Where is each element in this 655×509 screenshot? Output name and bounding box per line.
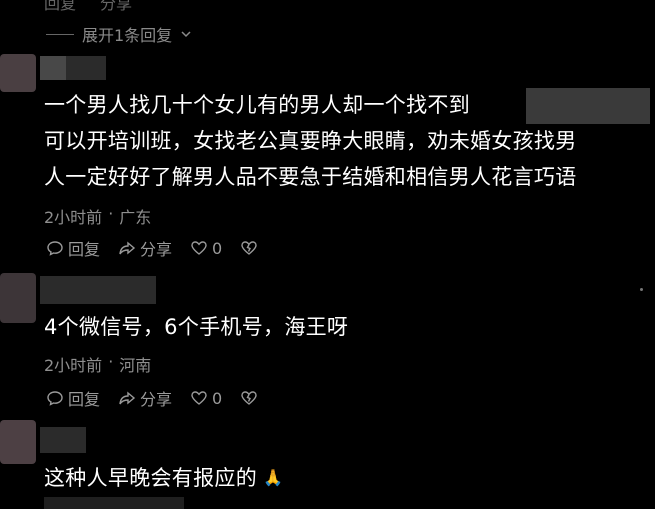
username-blurred[interactable] (40, 427, 86, 453)
reply-button[interactable]: 回复 (46, 386, 100, 410)
comment-line: 人一定好好了解男人品不要急于结婚和相信男人花言巧语 (44, 165, 577, 189)
more-icon[interactable] (640, 288, 643, 291)
reply-icon (47, 241, 63, 256)
reply-label: 回复 (68, 390, 101, 409)
comment-actions: 回复 分享 0 (46, 386, 258, 410)
location: 河南 (119, 356, 152, 375)
expand-replies[interactable]: 展开1条回复 (46, 22, 192, 46)
dislike-icon (241, 391, 257, 405)
like-icon (191, 241, 207, 255)
dislike-button[interactable] (240, 389, 258, 407)
reply-icon (47, 391, 63, 406)
avatar[interactable] (0, 420, 36, 464)
dislike-icon (241, 241, 257, 255)
share-button[interactable]: 分享 (118, 236, 172, 260)
share-label: 分享 (140, 390, 173, 409)
comment-text: 4个微信号，6个手机号，海王呀 (44, 309, 348, 345)
comment-actions: 回复 分享 0 (46, 236, 258, 260)
pray-emoji-icon: 🙏 (263, 468, 284, 487)
comment-meta: 2小时前 · 河南 (44, 352, 151, 376)
comment-line: 可以开培训班，女找老公真要睁大眼睛，劝未婚女孩找男 (44, 129, 577, 153)
username-blurred[interactable] (40, 276, 156, 304)
share-label: 分享 (140, 240, 173, 259)
redacted-text (526, 88, 650, 124)
comment-line: 这种人早晚会有报应的 (44, 466, 257, 490)
reply-button[interactable]: 回复 (44, 0, 76, 14)
share-icon (119, 391, 136, 405)
location: 广东 (119, 208, 152, 227)
share-button[interactable]: 分享 (118, 386, 172, 410)
username-blur-patch (40, 56, 66, 80)
expand-replies-label: 展开1条回复 (82, 26, 173, 45)
timestamp: 2小时前 (44, 208, 103, 227)
chevron-down-icon (181, 31, 191, 38)
reply-label: 回复 (68, 240, 101, 259)
comment-line: 4个微信号，6个手机号，海王呀 (44, 315, 349, 339)
like-icon (191, 391, 207, 405)
avatar[interactable] (0, 273, 36, 323)
like-count: 0 (212, 238, 223, 258)
like-button[interactable]: 0 (190, 239, 222, 258)
share-icon (119, 241, 136, 255)
separator: · (108, 204, 114, 223)
like-button[interactable]: 0 (190, 389, 222, 408)
top-partial-actions: 回复 分享 (44, 0, 132, 14)
avatar[interactable] (0, 54, 36, 92)
dislike-button[interactable] (240, 239, 258, 257)
timestamp: 2小时前 (44, 356, 103, 375)
separator: · (108, 352, 114, 371)
reply-button[interactable]: 回复 (46, 236, 100, 260)
comment-meta-partial (44, 497, 184, 509)
expand-line (46, 33, 74, 35)
comment-text: 这种人早晚会有报应的 🙏 (44, 460, 283, 496)
comment-meta: 2小时前 · 广东 (44, 204, 151, 228)
like-count: 0 (212, 388, 223, 408)
share-button[interactable]: 分享 (100, 0, 132, 14)
